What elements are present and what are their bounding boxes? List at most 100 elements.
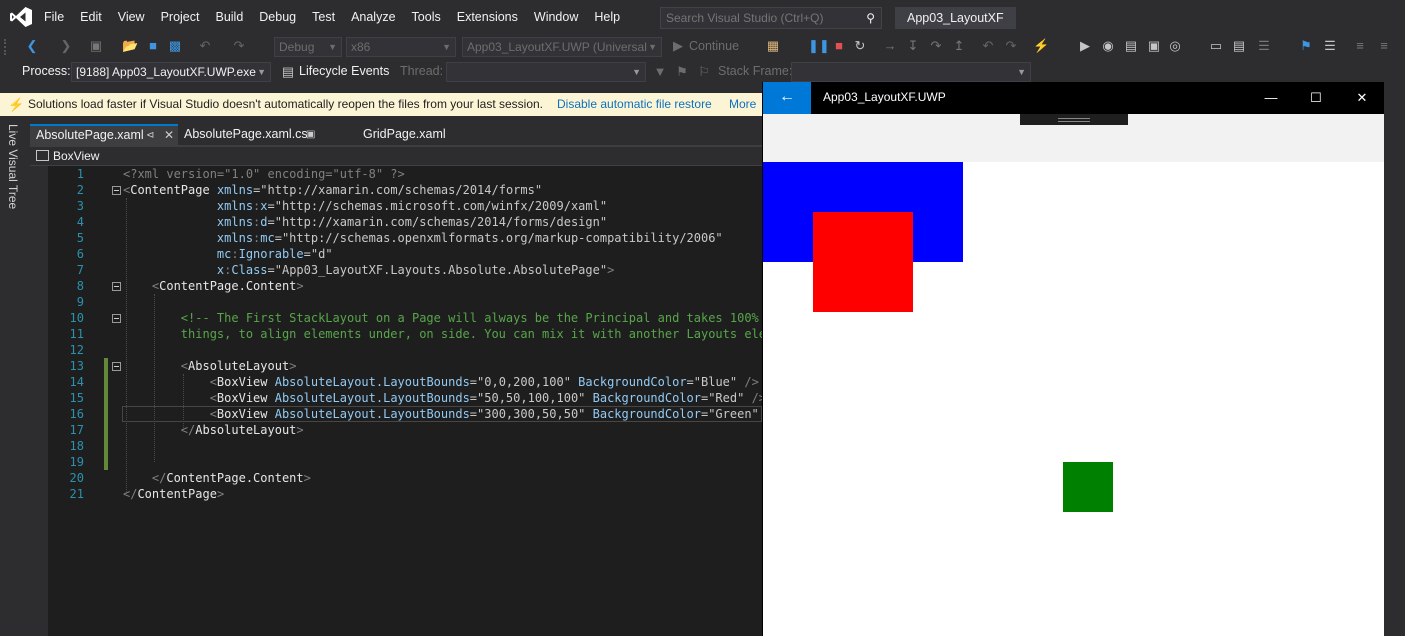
stack-frame-dropdown[interactable]: ▼ bbox=[791, 62, 1031, 82]
flag-icon[interactable]: ⚐ bbox=[696, 64, 712, 80]
collapse-icon[interactable] bbox=[112, 362, 121, 371]
navigate-forward-icon[interactable]: ❯ bbox=[58, 38, 74, 54]
save-icon[interactable]: ■ bbox=[145, 38, 161, 54]
drag-handle-icon[interactable] bbox=[1020, 114, 1128, 125]
menu-tools[interactable]: Tools bbox=[404, 0, 449, 35]
app-title-bar[interactable]: ← App03_LayoutXF.UWP — ☐ ✕ bbox=[763, 82, 1385, 114]
configuration-dropdown[interactable]: Debug ▼ bbox=[274, 37, 342, 57]
code-line: 17 </AbsoluteLayout> bbox=[30, 422, 762, 438]
lifecycle-events-button[interactable]: Lifecycle Events bbox=[299, 64, 389, 78]
code-editor[interactable]: 1 <?xml version="1.0" encoding="utf-8" ?>… bbox=[30, 166, 762, 636]
token: < bbox=[123, 407, 217, 421]
info-bar: ⚡ Solutions load faster if Visual Studio… bbox=[0, 93, 762, 116]
token: BoxView bbox=[216, 375, 268, 389]
process-dropdown[interactable]: [9188] App03_LayoutXF.UWP.exe ▼ bbox=[71, 62, 271, 82]
uncomment-icon[interactable]: ≡ bbox=[1376, 38, 1392, 54]
token: ="http://schemas.openxmlformats.org/mark… bbox=[274, 231, 723, 245]
tree-icon[interactable]: ☰ bbox=[1256, 38, 1272, 54]
back-button[interactable]: ← bbox=[763, 82, 811, 114]
restart-icon[interactable]: ↻ bbox=[852, 38, 868, 54]
app-title: App03_LayoutXF.UWP bbox=[823, 90, 946, 104]
stop-debugging-icon[interactable]: ■ bbox=[831, 38, 847, 54]
redo-icon[interactable]: ↷ bbox=[231, 38, 247, 54]
save-all-icon[interactable]: ▩ bbox=[167, 38, 183, 54]
platform-dropdown[interactable]: x86 ▼ bbox=[346, 37, 456, 57]
menu-help[interactable]: Help bbox=[586, 0, 628, 35]
tab-absolutepage-xaml-cs[interactable]: AbsolutePage.xaml.cs ▣ bbox=[178, 124, 353, 145]
step-out-icon[interactable]: ↥ bbox=[951, 38, 967, 54]
menu-test[interactable]: Test bbox=[304, 0, 343, 35]
document-tabs: AbsolutePage.xaml ⊲ ✕ AbsolutePage.xaml.… bbox=[30, 124, 762, 145]
token: < bbox=[123, 359, 189, 373]
menu-debug[interactable]: Debug bbox=[251, 0, 304, 35]
thread-dropdown[interactable]: ▼ bbox=[446, 62, 646, 82]
collapse-icon[interactable] bbox=[112, 186, 121, 195]
maximize-button[interactable]: ☐ bbox=[1293, 82, 1339, 114]
new-project-icon[interactable]: ▣ bbox=[88, 38, 104, 54]
menu-view[interactable]: View bbox=[110, 0, 153, 35]
minimize-button[interactable]: — bbox=[1248, 82, 1294, 114]
hot-reload-icon[interactable]: ⚡ bbox=[1033, 38, 1049, 54]
navigation-bar[interactable]: BoxView bbox=[30, 147, 762, 166]
menu-extensions[interactable]: Extensions bbox=[449, 0, 526, 35]
preview-icon[interactable]: ▤ bbox=[1231, 38, 1247, 54]
adorner-icon[interactable]: ◎ bbox=[1167, 38, 1183, 54]
collapse-icon[interactable] bbox=[112, 314, 121, 323]
menu-window[interactable]: Window bbox=[526, 0, 586, 35]
menu-analyze[interactable]: Analyze bbox=[343, 0, 403, 35]
display-layout-icon[interactable]: ▤ bbox=[1123, 38, 1139, 54]
more-link[interactable]: More bbox=[729, 93, 756, 116]
startup-project-dropdown[interactable]: App03_LayoutXF.UWP (Universal W▼ bbox=[462, 37, 662, 72]
comment-icon[interactable]: ≡ bbox=[1352, 38, 1368, 54]
visual-studio-logo-icon[interactable] bbox=[10, 7, 32, 27]
pin-icon[interactable]: ⊲ bbox=[146, 126, 154, 145]
filter-icon[interactable]: ▼ bbox=[652, 64, 668, 80]
break-all-icon[interactable]: ❚❚ bbox=[808, 38, 830, 54]
live-visual-tree-tab[interactable]: Live Visual Tree bbox=[6, 124, 20, 209]
minimize-icon: — bbox=[1264, 90, 1278, 105]
flag-thread-icon[interactable]: ⚑ bbox=[674, 64, 690, 80]
disable-restore-link[interactable]: Disable automatic file restore bbox=[557, 93, 712, 116]
open-file-icon[interactable]: 📂 bbox=[122, 38, 138, 54]
close-button[interactable]: ✕ bbox=[1339, 82, 1385, 114]
token: Class bbox=[231, 263, 268, 277]
camera-icon[interactable]: ◉ bbox=[1100, 38, 1116, 54]
bookmark-icon[interactable]: ⚑ bbox=[1298, 38, 1314, 54]
monitor-icon[interactable]: ▭ bbox=[1208, 38, 1224, 54]
token: AbsoluteLayout.LayoutBounds bbox=[267, 407, 470, 421]
line-number: 10 bbox=[69, 311, 84, 325]
step-into-icon[interactable]: ↧ bbox=[905, 38, 921, 54]
show-next-statement-icon[interactable]: → bbox=[882, 38, 898, 54]
track-focus-icon[interactable]: ▣ bbox=[1146, 38, 1162, 54]
standard-toolbar: ❮ ❯ ▣ 📂 ■ ▩ ↶ ↷ Debug ▼ x86 ▼ App03_Layout… bbox=[0, 35, 1405, 72]
undo-icon[interactable]: ↶ bbox=[197, 38, 213, 54]
tab-gridpage-xaml[interactable]: GridPage.xaml bbox=[357, 124, 477, 145]
configuration-value: Debug bbox=[279, 40, 315, 54]
line-number: 12 bbox=[69, 343, 84, 357]
toolbar-grip[interactable] bbox=[4, 39, 8, 55]
tab-absolutepage-xaml[interactable]: AbsolutePage.xaml ⊲ ✕ bbox=[30, 124, 178, 145]
search-icon[interactable]: ⚲ bbox=[866, 11, 875, 25]
attach-process-icon[interactable]: ▦ bbox=[765, 38, 781, 54]
menu-file[interactable]: File bbox=[36, 0, 72, 35]
collapse-icon[interactable] bbox=[112, 282, 121, 291]
lifecycle-events-icon[interactable]: ▤ bbox=[280, 64, 296, 80]
close-icon[interactable]: ✕ bbox=[164, 126, 174, 145]
continue-play-icon[interactable]: ▶ bbox=[670, 38, 686, 54]
step-over-icon[interactable]: ↷ bbox=[928, 38, 944, 54]
platform-value: x86 bbox=[351, 40, 371, 54]
search-input[interactable] bbox=[661, 8, 851, 28]
select-element-icon[interactable]: ▶ bbox=[1077, 38, 1093, 54]
menu-project[interactable]: Project bbox=[153, 0, 208, 35]
red-boxview bbox=[813, 212, 913, 312]
token: BackgroundColor bbox=[570, 375, 687, 389]
menu-build[interactable]: Build bbox=[207, 0, 251, 35]
navigate-back-icon[interactable]: ❮ bbox=[24, 38, 40, 54]
chevron-down-icon: ▼ bbox=[1017, 67, 1026, 77]
undo-nav-icon[interactable]: ↶ bbox=[980, 38, 996, 54]
redo-nav-icon[interactable]: ↷ bbox=[1003, 38, 1019, 54]
align-icon[interactable]: ☰ bbox=[1322, 38, 1338, 54]
continue-button[interactable]: Continue bbox=[689, 38, 739, 54]
process-label: Process: bbox=[22, 64, 71, 78]
menu-edit[interactable]: Edit bbox=[72, 0, 110, 35]
